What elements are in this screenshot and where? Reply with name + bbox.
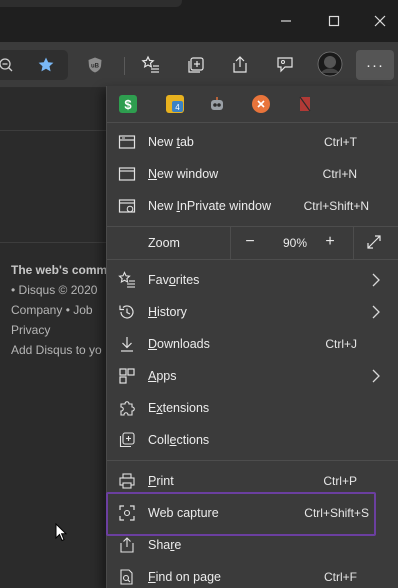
menu-item-web-capture[interactable]: Web capture Ctrl+Shift+S [107,497,398,529]
mouse-pointer-icon [55,522,68,548]
menu-item-label: New tab [148,135,194,149]
menu-item-new-tab[interactable]: New tab Ctrl+T [107,126,398,158]
zoom-out-icon[interactable] [0,53,18,77]
feedback-icon[interactable] [273,53,297,77]
extensions-puzzle-icon [118,399,136,417]
menu-item-label: Find on page [148,570,221,584]
menu-item-label: Web capture [148,506,219,520]
footer-links[interactable]: Company • Job [11,303,93,317]
page-divider [0,130,106,131]
share-icon [118,536,136,554]
download-icon [118,335,136,353]
menu-divider [107,122,398,123]
menu-item-label: Downloads [148,337,210,351]
svg-text:4: 4 [175,103,180,112]
profile-avatar[interactable] [317,51,343,77]
extension-row: $ 4 [107,86,398,122]
collections-icon [118,431,136,449]
menu-item-shortcut: Ctrl+N [322,167,357,181]
inprivate-window-icon [118,197,136,215]
menu-item-label: History [148,305,187,319]
menu-item-label: Collections [148,433,210,447]
extension-shield-icon[interactable]: uB [83,53,107,77]
extension-orange-icon[interactable] [252,95,270,113]
menu-item-downloads[interactable]: Downloads Ctrl+J [107,328,398,360]
extension-robot-icon[interactable] [208,95,226,113]
menu-item-extensions[interactable]: Extensions [107,392,398,424]
apps-icon [118,367,136,385]
menu-item-history[interactable]: History [107,296,398,328]
minimize-icon[interactable] [275,10,297,32]
find-on-page-icon [118,568,136,586]
settings-menu: $ 4 New tab Ctrl+T New window Ctrl+N New… [106,86,398,588]
zoom-label: Zoom [148,236,180,250]
chevron-right-icon [369,368,383,384]
favorite-star-icon[interactable] [34,53,58,77]
history-icon [118,303,136,321]
zoom-divider [230,226,231,259]
maximize-icon[interactable] [323,10,345,32]
menu-item-shortcut: Ctrl+J [325,337,357,351]
footer-privacy-link[interactable]: Privacy [11,323,50,337]
menu-item-shortcut: Ctrl+Shift+S [304,506,369,520]
new-window-icon [118,165,136,183]
menu-item-favorites[interactable]: Favorites [107,264,398,296]
title-bar [0,0,398,42]
menu-item-print[interactable]: Print Ctrl+P [107,465,398,497]
zoom-in-button[interactable]: + [320,232,340,252]
menu-item-new-inprivate-window[interactable]: New InPrivate window Ctrl+Shift+N [107,190,398,222]
fullscreen-icon[interactable] [364,232,384,252]
extension-red-icon[interactable] [296,95,314,113]
menu-divider [107,259,398,260]
new-tab-icon [118,133,136,151]
browser-toolbar: uB ··· [0,42,398,88]
favorites-icon [118,271,136,289]
footer-add-disqus-link[interactable]: Add Disqus to yo [11,343,102,357]
menu-item-shortcut: Ctrl+Shift+N [303,199,369,213]
menu-item-label: Share [148,538,182,552]
chevron-right-icon [369,304,383,320]
web-page: The web's comm • Disqus © 2020 Company •… [0,88,108,588]
print-icon [118,472,136,490]
footer-heading: The web's comm [11,263,108,277]
collections-icon[interactable] [184,53,208,77]
menu-item-label: Favorites [148,273,200,287]
menu-item-label: Print [148,474,174,488]
more-button[interactable]: ··· [356,50,394,80]
menu-item-label: New window [148,167,219,181]
menu-item-label: Apps [148,369,177,383]
share-icon[interactable] [228,53,252,77]
address-bar[interactable] [0,50,68,80]
close-icon[interactable] [369,10,391,32]
chevron-right-icon [369,272,383,288]
zoom-level: 90% [283,236,308,250]
zoom-divider [353,226,354,259]
extension-yellow-icon[interactable]: 4 [166,95,184,113]
menu-item-shortcut: Ctrl+P [323,474,357,488]
menu-item-shortcut: Ctrl+T [324,135,357,149]
menu-item-new-window[interactable]: New window Ctrl+N [107,158,398,190]
more-icon: ··· [366,56,384,74]
menu-item-apps[interactable]: Apps [107,360,398,392]
extension-green-icon[interactable]: $ [119,95,137,113]
menu-item-share[interactable]: Share [107,529,398,561]
menu-item-find-on-page[interactable]: Find on page Ctrl+F [107,561,398,588]
favorites-list-icon[interactable] [139,53,163,77]
svg-text:uB: uB [91,64,100,70]
toolbar-divider [124,57,125,75]
tab-strip[interactable] [0,0,182,7]
zoom-out-button[interactable]: − [240,232,260,252]
menu-item-shortcut: Ctrl+F [324,570,357,584]
menu-item-label: Extensions [148,401,210,415]
zoom-control: Zoom − 90% + [107,226,398,259]
web-capture-icon [118,504,136,522]
menu-item-collections[interactable]: Collections [107,424,398,456]
menu-divider [107,460,398,461]
page-divider [0,242,106,243]
menu-item-label: New InPrivate window [148,199,271,213]
svg-text:$: $ [124,97,132,112]
footer-copyright: • Disqus © 2020 [11,283,98,297]
